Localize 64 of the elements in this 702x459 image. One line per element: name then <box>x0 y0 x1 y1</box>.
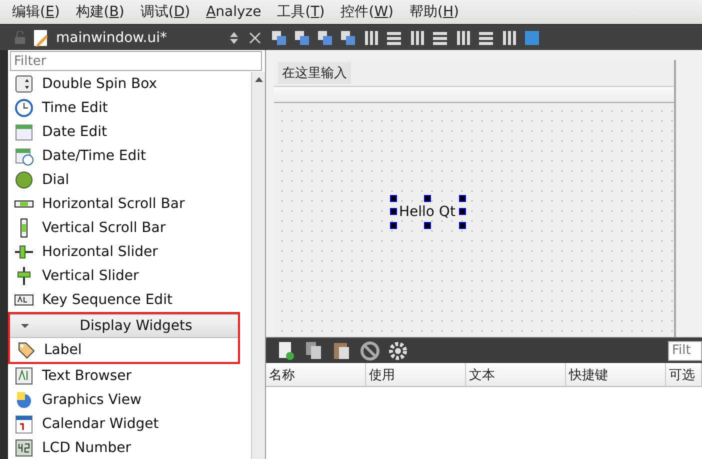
text-icon <box>14 366 34 386</box>
clock-icon <box>14 98 34 118</box>
calendar-icon <box>14 122 34 142</box>
digital-number-icon <box>14 438 34 458</box>
column-header[interactable]: 使用 <box>366 363 466 386</box>
layout-tool-icon[interactable] <box>294 30 310 46</box>
widget-item[interactable]: Graphics View <box>42 392 142 408</box>
close-icon[interactable] <box>249 32 261 44</box>
layout-tool-icon[interactable] <box>363 30 379 46</box>
scroll-up-icon[interactable] <box>254 76 262 82</box>
calendar-clock-icon <box>14 146 34 166</box>
layout-tool-icon[interactable] <box>340 30 356 46</box>
menu-item[interactable]: 帮助(H) <box>402 3 467 21</box>
spinbox-icon <box>14 74 34 94</box>
filter-field[interactable]: Filter <box>10 51 262 71</box>
widget-item[interactable]: Date/Time Edit <box>42 148 146 164</box>
layout-tool-icon[interactable] <box>478 30 494 46</box>
filter-field[interactable]: Filt <box>668 340 702 360</box>
new-document-icon[interactable] <box>276 340 296 360</box>
file-name[interactable]: mainwindow.ui* <box>56 30 223 46</box>
layout-tool-icon[interactable] <box>501 30 517 46</box>
column-header[interactable]: 可选 <box>666 363 702 386</box>
calendar-icon <box>14 414 34 434</box>
column-header[interactable]: 文本 <box>466 363 566 386</box>
layout-tool-icon[interactable] <box>317 30 333 46</box>
widget-item[interactable]: Key Sequence Edit <box>42 292 172 308</box>
widget-item[interactable]: Vertical Scroll Bar <box>42 220 166 236</box>
settings-icon[interactable] <box>388 340 408 360</box>
clipboard-icon[interactable] <box>332 340 352 360</box>
layout-tool-icon[interactable] <box>271 30 287 46</box>
menu-item[interactable]: 控件(W) <box>332 3 402 21</box>
layout-tool-icon[interactable] <box>386 30 402 46</box>
column-header[interactable]: 快捷键 <box>566 363 666 386</box>
widget-item[interactable]: Calendar Widget <box>42 416 159 432</box>
widget-item[interactable]: Horizontal Slider <box>42 244 158 260</box>
dial-icon <box>14 170 34 190</box>
layout-tool-icon[interactable] <box>455 30 471 46</box>
selection-handle[interactable] <box>424 195 431 202</box>
tag-icon <box>16 340 36 360</box>
menu-item[interactable]: 构建(B) <box>68 3 132 21</box>
widget-item[interactable]: Vertical Slider <box>42 268 139 284</box>
document-pencil-icon <box>32 28 50 46</box>
widget-item[interactable]: Dial <box>42 172 70 188</box>
menu-placeholder[interactable]: 在这里输入 <box>278 62 351 84</box>
menu-item[interactable]: 编辑(E) <box>4 3 68 21</box>
widget-item[interactable]: Time Edit <box>42 100 108 116</box>
widget-item[interactable]: Label <box>44 342 82 358</box>
widget-item[interactable]: Double Spin Box <box>42 76 158 92</box>
label-widget[interactable]: Hello Qt <box>390 195 466 229</box>
widget-item[interactable]: Text Browser <box>42 368 132 384</box>
menu-item[interactable]: Analyze <box>198 4 270 20</box>
widget-item[interactable]: Date Edit <box>42 124 108 140</box>
menu-item[interactable]: 工具(T) <box>269 3 333 21</box>
widget-item[interactable]: LCD Number <box>42 440 132 456</box>
selection-handle[interactable] <box>424 222 431 229</box>
menu-item[interactable]: 调试(D) <box>132 3 198 21</box>
column-header[interactable]: 名称 <box>266 363 366 386</box>
widget-item[interactable]: Horizontal Scroll Bar <box>42 196 185 212</box>
layout-tool-icon[interactable] <box>432 30 448 46</box>
prohibited-icon[interactable] <box>360 340 380 360</box>
up-down-arrow-icon[interactable] <box>229 30 239 44</box>
layout-tool-icon[interactable] <box>409 30 425 46</box>
copy-icon[interactable] <box>304 340 324 360</box>
scrollbar[interactable] <box>251 72 265 459</box>
